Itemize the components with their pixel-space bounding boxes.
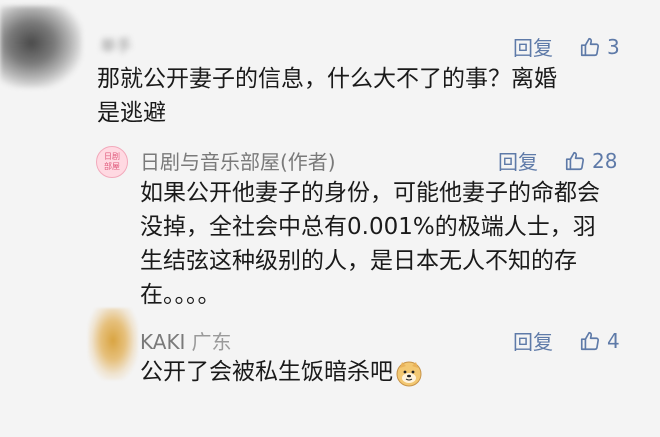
reply-button[interactable]: 回复 [513, 32, 553, 61]
comment-text: 那就公开妻子的信息，什么大不了的事？离婚是逃避 [97, 66, 557, 126]
comment-author-name[interactable]: 日剧与音乐部屋(作者) [140, 146, 336, 175]
comment-text: 公开了会被私生饭暗杀吧 [140, 359, 393, 385]
comment-actions: 回复 28 [498, 146, 617, 175]
comment-author-name[interactable]: 单手 [100, 32, 132, 56]
comment-author-row: KAKI 广东 [140, 326, 231, 355]
comment-author-name[interactable]: KAKI [140, 330, 185, 354]
like-count: 28 [592, 148, 618, 173]
avatar-photo[interactable] [88, 308, 138, 380]
comment-text-row: 公开了会被私生饭暗杀吧 [140, 355, 560, 389]
author-location: 广东 [191, 330, 232, 354]
avatar-blurred[interactable] [0, 6, 82, 88]
like-count: 4 [607, 328, 620, 353]
like-count: 3 [607, 34, 620, 59]
thumbs-up-icon[interactable] [579, 36, 601, 58]
reply-button[interactable]: 回复 [498, 146, 538, 175]
comment-text: 如果公开他妻子的身份，可能他妻子的命都会没掉，全社会中总有0.001%的极端人士… [140, 180, 600, 308]
reply-button[interactable]: 回复 [513, 326, 553, 355]
thumbs-up-icon[interactable] [564, 150, 586, 172]
doge-emoji-icon [396, 361, 422, 386]
avatar-label: 部屋 [104, 162, 120, 171]
avatar-author[interactable]: 日剧 部屋 [96, 146, 128, 178]
thumbs-up-icon[interactable] [579, 330, 601, 352]
avatar-label: 日剧 [104, 152, 120, 161]
comment-actions: 回复 4 [513, 326, 620, 355]
comment-actions: 回复 3 [513, 32, 620, 61]
